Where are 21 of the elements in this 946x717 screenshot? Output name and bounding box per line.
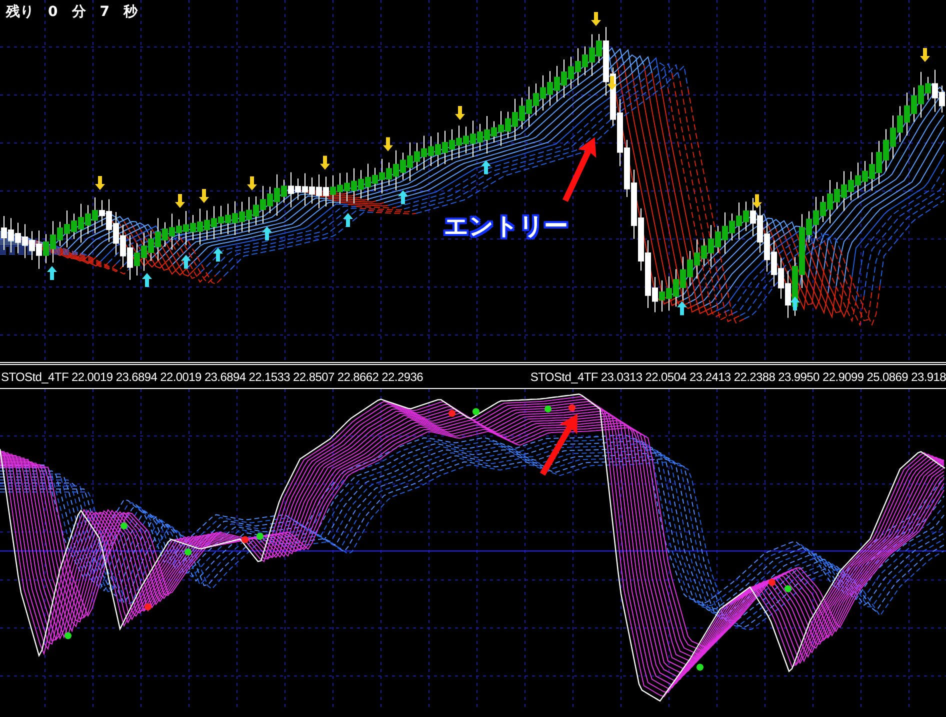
indicator-values: STOStd_4TF 23.0313 22.0504 23.2413 22.2388 23.9950 22.9099 25.0869 23.918 — [530, 368, 946, 384]
indicator-values: STOStd_4TF 22.0019 23.6894 22.0019 23.6894 22.1533 22.8507 22.8662 22.2936 — [1, 368, 423, 384]
signal-dot — [64, 632, 72, 640]
signal-dot — [120, 522, 128, 530]
signal-dot — [448, 410, 456, 417]
signal-dot — [144, 603, 152, 610]
signal-dot — [256, 532, 264, 540]
signal-dot — [242, 536, 248, 544]
signal-dot — [784, 585, 792, 592]
countdown-seconds-unit: 秒 — [124, 3, 138, 22]
signal-dot — [568, 404, 576, 412]
annotation-label: エントリー — [444, 211, 568, 242]
signal-dot — [544, 406, 552, 412]
countdown-seconds: 7 — [100, 3, 110, 22]
signal-dot — [184, 548, 192, 556]
signal-dot — [472, 408, 480, 416]
signal-dot — [696, 664, 704, 671]
signal-dot — [768, 578, 776, 586]
countdown-label: 残り — [6, 3, 34, 22]
countdown-minutes-unit: 分 — [72, 3, 86, 22]
countdown-minutes: 0 — [48, 3, 58, 22]
